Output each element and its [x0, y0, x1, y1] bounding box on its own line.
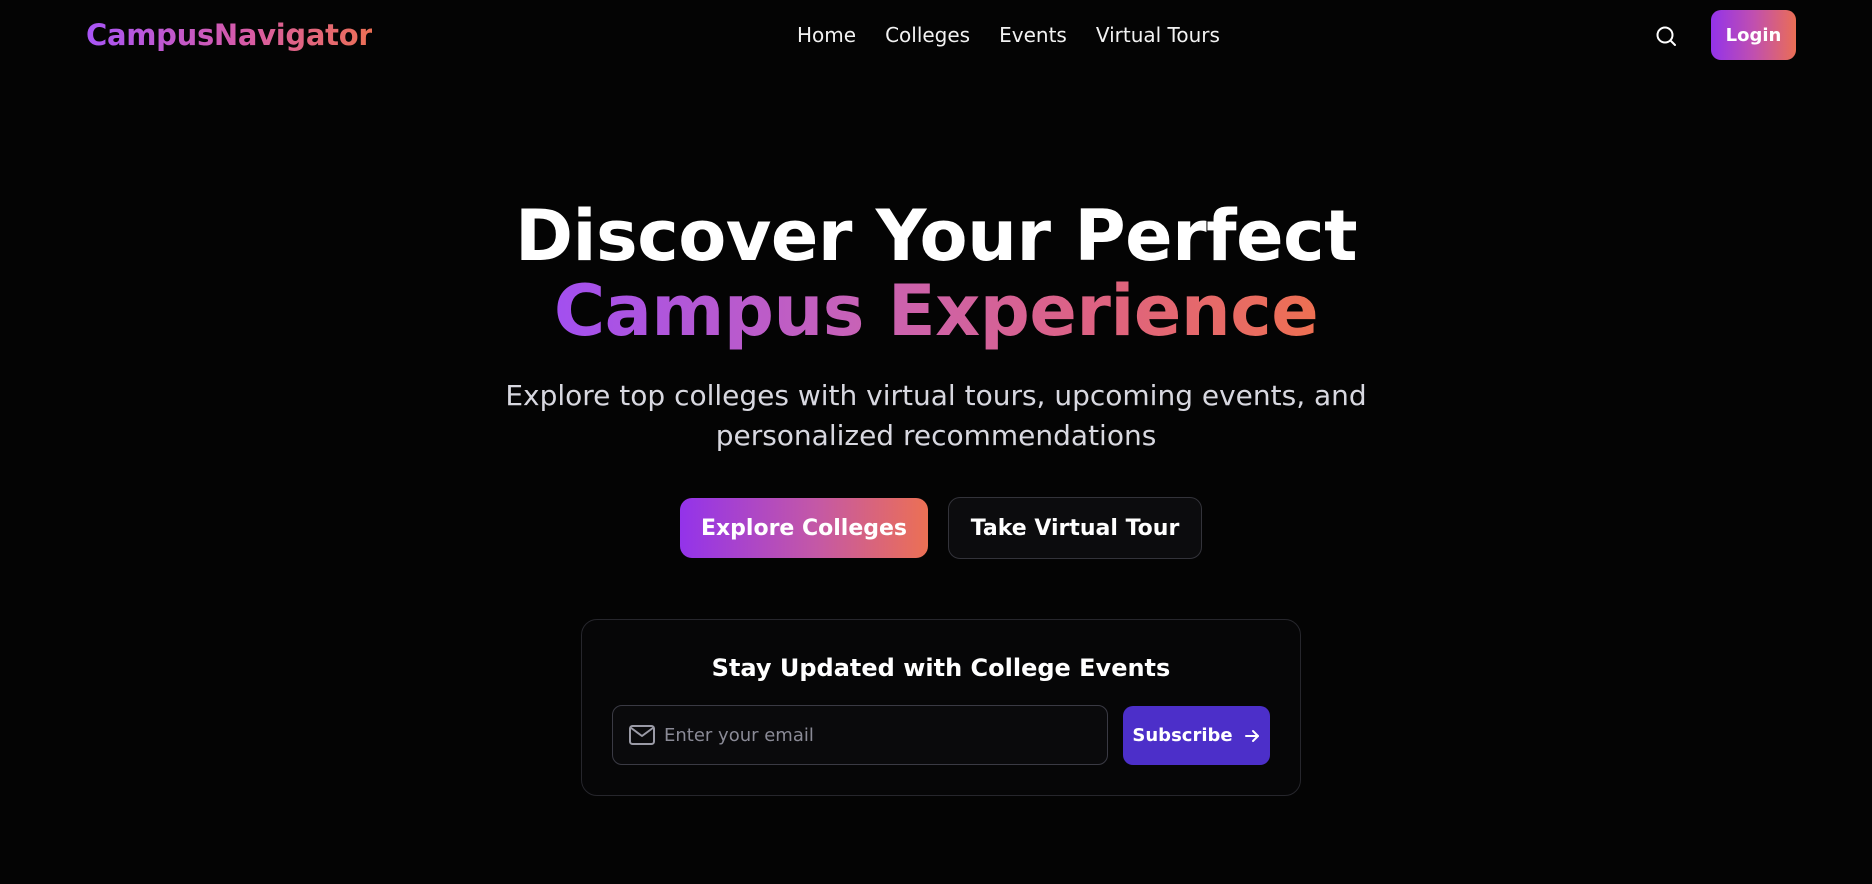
- subscribe-label: Subscribe: [1132, 725, 1233, 746]
- email-input[interactable]: [662, 714, 1107, 756]
- nav-link-events[interactable]: Events: [999, 23, 1067, 47]
- mail-icon: [628, 723, 656, 747]
- search-button[interactable]: [1652, 22, 1680, 50]
- hero-subtitle: Explore top colleges with virtual tours,…: [0, 376, 1872, 456]
- newsletter-card: Stay Updated with College Events Subscri…: [581, 619, 1301, 796]
- nav-link-virtual-tours[interactable]: Virtual Tours: [1096, 23, 1220, 47]
- take-virtual-tour-button[interactable]: Take Virtual Tour: [948, 497, 1202, 559]
- hero-subtitle-line1: Explore top colleges with virtual tours,…: [505, 379, 1367, 412]
- nav-link-colleges[interactable]: Colleges: [885, 23, 970, 47]
- hero-title-line1: Discover Your Perfect: [514, 195, 1358, 277]
- search-icon: [1656, 26, 1676, 46]
- email-field-wrapper[interactable]: [612, 705, 1108, 765]
- explore-colleges-button[interactable]: Explore Colleges: [680, 498, 928, 558]
- nav-link-home[interactable]: Home: [797, 23, 856, 47]
- brand-logo[interactable]: CampusNavigator: [86, 18, 373, 52]
- hero-subtitle-line2: personalized recommendations: [715, 419, 1157, 452]
- hero-title-gradient-text: Campus Experience: [553, 270, 1319, 352]
- subscribe-button[interactable]: Subscribe: [1123, 706, 1270, 765]
- arrow-right-icon: [1243, 727, 1261, 745]
- page: CampusNavigator Home Colleges Events Vir…: [0, 0, 1872, 884]
- main-nav: Home Colleges Events Virtual Tours: [797, 23, 1220, 47]
- newsletter-title: Stay Updated with College Events: [711, 654, 1171, 682]
- login-button[interactable]: Login: [1711, 10, 1796, 60]
- hero-title-line2: Campus Experience: [0, 271, 1872, 351]
